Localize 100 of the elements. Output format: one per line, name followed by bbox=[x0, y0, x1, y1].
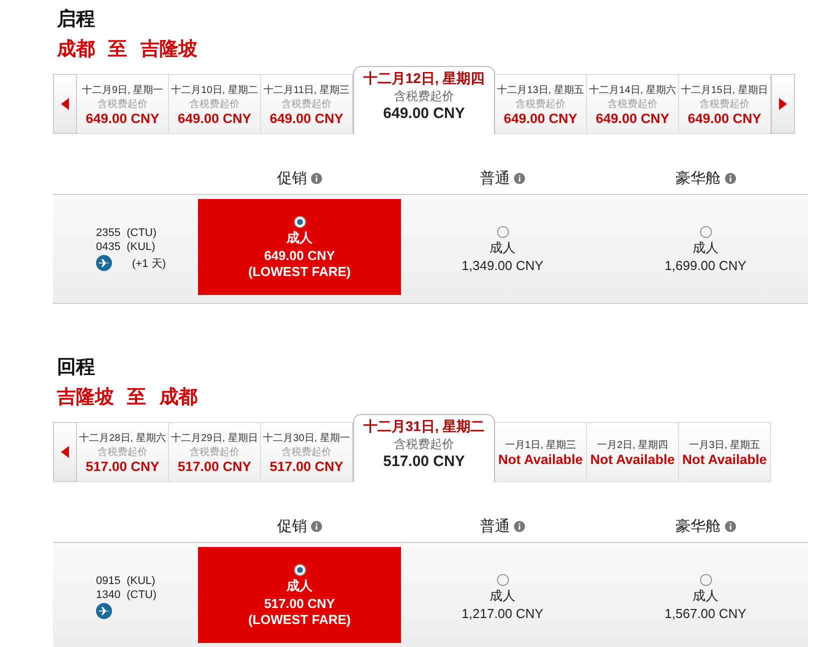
date-tab[interactable]: 十二月30日, 星期一 含税费起价 517.00 CNY bbox=[261, 422, 353, 482]
fare-option[interactable]: 成人 649.00 CNY (LOWEST FARE) bbox=[198, 199, 401, 295]
date-tab[interactable]: 十二月10日, 星期二 含税费起价 649.00 CNY bbox=[169, 74, 261, 134]
radio-button[interactable] bbox=[496, 574, 508, 586]
passenger-type: 成人 bbox=[286, 228, 312, 246]
date-price: 649.00 CNY bbox=[596, 110, 670, 126]
date-label: 一月2日, 星期四 bbox=[596, 438, 668, 452]
passenger-type: 成人 bbox=[490, 238, 516, 256]
radio-button[interactable] bbox=[700, 574, 712, 586]
previous-dates-button[interactable] bbox=[53, 422, 77, 482]
fare-option[interactable]: 成人 1,699.00 CNY bbox=[604, 195, 807, 303]
radio-button[interactable] bbox=[700, 226, 712, 238]
price-note: 含税费起价 bbox=[700, 98, 750, 110]
fare-class-heading: 普通 bbox=[480, 168, 510, 188]
passenger-type: 成人 bbox=[286, 576, 312, 594]
plane-icon[interactable] bbox=[96, 255, 112, 271]
date-price: 649.00 CNY bbox=[86, 110, 160, 126]
arrival-time: 1340 (CTU) bbox=[96, 589, 158, 601]
arrival-time: 0435 (KUL) bbox=[96, 241, 156, 253]
price-note: 含税费起价 bbox=[190, 98, 240, 110]
fare-price: 649.00 CNY bbox=[264, 248, 335, 262]
passenger-type: 成人 bbox=[692, 238, 718, 256]
next-dates-button[interactable] bbox=[771, 74, 795, 134]
date-label: 十二月31日, 星期二 bbox=[363, 418, 485, 436]
date-tab[interactable]: 十二月29日, 星期日 含税费起价 517.00 CNY bbox=[169, 422, 261, 482]
info-icon[interactable] bbox=[514, 172, 525, 184]
date-label: 十二月28日, 星期六 bbox=[79, 432, 166, 444]
date-label: 一月1日, 星期三 bbox=[504, 438, 576, 452]
date-price: 649.00 CNY bbox=[688, 110, 762, 126]
date-label: 十二月30日, 星期一 bbox=[263, 432, 350, 444]
date-tab[interactable]: 十二月28日, 星期六 含税费起价 517.00 CNY bbox=[77, 422, 169, 482]
date-tab[interactable]: 一月3日, 星期五 Not Available bbox=[679, 422, 771, 482]
fare-price: 517.00 CNY bbox=[264, 596, 335, 610]
info-icon[interactable] bbox=[514, 520, 525, 532]
fare-class-heading: 豪华舱 bbox=[676, 516, 720, 536]
date-price: Not Available bbox=[498, 452, 583, 466]
fare-price: 1,699.00 CNY bbox=[664, 258, 746, 272]
fare-class-heading: 促销 bbox=[277, 516, 307, 536]
date-price: 649.00 CNY bbox=[178, 110, 252, 126]
date-label: 十二月10日, 星期二 bbox=[171, 84, 258, 96]
route-title: 吉隆坡 至 成都 bbox=[57, 385, 198, 410]
date-tab[interactable]: 十二月15日, 星期日 含税费起价 649.00 CNY bbox=[679, 74, 771, 134]
fare-price: 1,567.00 CNY bbox=[664, 606, 746, 620]
route-title: 成都 至 吉隆坡 bbox=[57, 37, 198, 62]
date-tab[interactable]: 十二月12日, 星期四 含税费起价 649.00 CNY bbox=[353, 66, 495, 134]
fare-class-heading: 促销 bbox=[277, 168, 307, 188]
date-label: 十二月29日, 星期日 bbox=[171, 432, 258, 444]
price-note: 含税费起价 bbox=[282, 98, 332, 110]
fare-price: 1,349.00 CNY bbox=[462, 258, 544, 272]
price-note: 含税费起价 bbox=[190, 446, 240, 458]
price-note: 含税费起价 bbox=[516, 98, 566, 110]
info-icon[interactable] bbox=[311, 520, 322, 532]
date-price: 649.00 CNY bbox=[270, 110, 344, 126]
price-note: 含税费起价 bbox=[98, 98, 148, 110]
date-tab[interactable]: 十二月11日, 星期三 含税费起价 649.00 CNY bbox=[261, 74, 353, 134]
info-icon[interactable] bbox=[724, 520, 736, 532]
fare-option[interactable]: 成人 1,567.00 CNY bbox=[604, 543, 807, 647]
date-price: Not Available bbox=[590, 452, 675, 466]
price-note: 含税费起价 bbox=[282, 446, 332, 458]
day-offset: (+1 天) bbox=[132, 256, 166, 270]
fare-class-heading: 豪华舱 bbox=[676, 168, 720, 188]
date-label: 十二月13日, 星期五 bbox=[497, 84, 584, 96]
right-arrow-icon bbox=[779, 98, 787, 110]
passenger-type: 成人 bbox=[490, 586, 516, 604]
date-label: 十二月11日, 星期三 bbox=[264, 84, 350, 96]
date-price: 517.00 CNY bbox=[270, 458, 344, 474]
date-label: 十二月15日, 星期日 bbox=[681, 84, 768, 96]
date-tab[interactable]: 十二月13日, 星期五 含税费起价 649.00 CNY bbox=[495, 74, 587, 134]
price-note: 含税费起价 bbox=[394, 436, 454, 453]
plane-icon[interactable] bbox=[96, 603, 112, 619]
passenger-type: 成人 bbox=[692, 586, 718, 604]
left-arrow-icon bbox=[61, 98, 69, 110]
left-arrow-icon bbox=[61, 446, 69, 458]
radio-button[interactable] bbox=[496, 226, 508, 238]
date-tab[interactable]: 十二月31日, 星期二 含税费起价 517.00 CNY bbox=[353, 414, 495, 482]
previous-dates-button[interactable] bbox=[53, 74, 77, 134]
fare-option[interactable]: 成人 1,217.00 CNY bbox=[401, 543, 604, 647]
fare-option[interactable]: 成人 517.00 CNY (LOWEST FARE) bbox=[198, 547, 401, 643]
price-note: 含税费起价 bbox=[394, 88, 454, 105]
info-icon[interactable] bbox=[724, 172, 736, 184]
lowest-fare-tag: (LOWEST FARE) bbox=[248, 612, 351, 626]
price-note: 含税费起价 bbox=[98, 446, 148, 458]
price-note: 含税费起价 bbox=[608, 98, 658, 110]
lowest-fare-tag: (LOWEST FARE) bbox=[248, 264, 351, 278]
date-price: 649.00 CNY bbox=[383, 105, 465, 122]
date-tab[interactable]: 一月1日, 星期三 Not Available bbox=[495, 422, 587, 482]
date-tab[interactable]: 十二月9日, 星期一 含税费起价 649.00 CNY bbox=[77, 74, 169, 134]
date-label: 十二月9日, 星期一 bbox=[82, 84, 164, 96]
date-price: 517.00 CNY bbox=[383, 453, 465, 470]
fare-price: 1,217.00 CNY bbox=[462, 606, 544, 620]
info-icon[interactable] bbox=[311, 172, 322, 184]
date-label: 十二月14日, 星期六 bbox=[589, 84, 676, 96]
fare-class-heading: 普通 bbox=[480, 516, 510, 536]
date-tab[interactable]: 十二月14日, 星期六 含税费起价 649.00 CNY bbox=[587, 74, 679, 134]
radio-button[interactable] bbox=[294, 564, 306, 576]
fare-option[interactable]: 成人 1,349.00 CNY bbox=[401, 195, 604, 303]
date-price: 649.00 CNY bbox=[504, 110, 578, 126]
date-tab[interactable]: 一月2日, 星期四 Not Available bbox=[587, 422, 679, 482]
departure-time: 2355 (CTU) bbox=[96, 227, 158, 239]
radio-button[interactable] bbox=[294, 216, 306, 228]
